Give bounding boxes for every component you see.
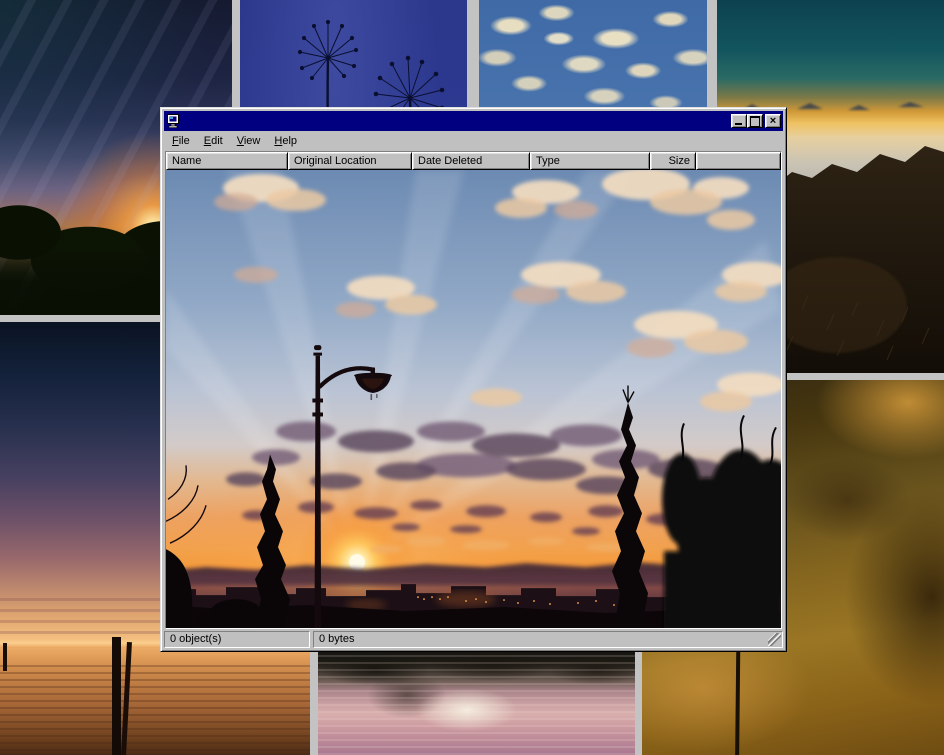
menu-view[interactable]: View bbox=[230, 133, 268, 150]
column-header-original-location[interactable]: Original Location bbox=[288, 152, 412, 170]
title-bar[interactable]: × bbox=[164, 111, 783, 131]
menu-file-label: ile bbox=[179, 135, 190, 147]
column-header-name[interactable]: Name bbox=[166, 152, 288, 170]
water-pole bbox=[112, 637, 121, 755]
folder-view-area[interactable] bbox=[166, 170, 781, 628]
status-object-count: 0 object(s) bbox=[164, 631, 310, 648]
menu-bar: File Edit View Help bbox=[164, 131, 783, 151]
menu-edit[interactable]: Edit bbox=[197, 133, 230, 150]
water-ripples bbox=[0, 660, 310, 755]
menu-file[interactable]: File bbox=[165, 133, 197, 150]
file-list-view: Name Original Location Date Deleted Type… bbox=[165, 151, 782, 629]
menu-edit-label: dit bbox=[211, 135, 223, 147]
computer-icon bbox=[166, 113, 182, 129]
menu-file-accesskey: F bbox=[172, 135, 179, 147]
resize-grip[interactable] bbox=[768, 633, 781, 646]
sunset-photo bbox=[166, 170, 781, 628]
maximize-button[interactable] bbox=[747, 114, 763, 128]
column-header-filler[interactable] bbox=[696, 152, 781, 170]
column-headers: Name Original Location Date Deleted Type… bbox=[166, 152, 781, 170]
menu-view-accesskey: V bbox=[237, 135, 244, 147]
recycle-bin-window: × File Edit View Help Name Original Loca… bbox=[160, 107, 787, 652]
menu-edit-accesskey: E bbox=[204, 135, 211, 147]
status-byte-count-text: 0 bytes bbox=[319, 633, 354, 645]
menu-help-label: elp bbox=[282, 135, 297, 147]
reflection-ripples bbox=[318, 648, 635, 755]
close-button[interactable]: × bbox=[765, 114, 781, 128]
close-icon: × bbox=[766, 114, 780, 128]
column-header-date-deleted[interactable]: Date Deleted bbox=[412, 152, 530, 170]
column-header-type[interactable]: Type bbox=[530, 152, 650, 170]
maximize-icon bbox=[750, 116, 760, 127]
minimize-button[interactable] bbox=[731, 114, 747, 128]
water-pole bbox=[3, 643, 7, 671]
column-header-size[interactable]: Size bbox=[650, 152, 696, 170]
status-bar: 0 object(s) 0 bytes bbox=[164, 631, 783, 648]
desktop: { "window": { "title": "", "title_bar": … bbox=[0, 0, 944, 755]
wallpaper-photo-water-reflection bbox=[318, 648, 635, 755]
sun bbox=[349, 554, 365, 570]
minimize-icon bbox=[735, 123, 742, 125]
menu-view-label: iew bbox=[244, 135, 261, 147]
menu-help[interactable]: Help bbox=[267, 133, 304, 150]
status-byte-count: 0 bytes bbox=[313, 631, 783, 648]
